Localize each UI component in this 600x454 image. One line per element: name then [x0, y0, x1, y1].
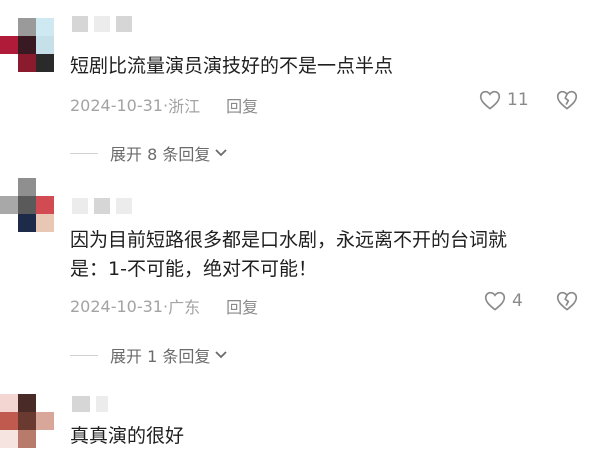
comment-meta: 2024-10-31 · 广东 回复 [70, 294, 258, 318]
dislike-button[interactable] [556, 90, 578, 110]
broken-heart-icon [556, 291, 578, 311]
reply-button[interactable]: 回复 [226, 93, 258, 117]
heart-outline-icon [484, 291, 506, 311]
like-button[interactable]: 11 [479, 90, 529, 110]
divider-line [70, 152, 98, 154]
username-blurred[interactable] [72, 198, 132, 214]
expand-replies-label: 展开 8 条回复 [110, 145, 211, 164]
comment-text: 短剧比流量演员演技好的不是一点半点 [70, 55, 394, 77]
comment-date: 2024-10-31 [70, 296, 163, 316]
comment-date: 2024-10-31 [70, 95, 163, 115]
avatar[interactable] [0, 18, 54, 72]
expand-replies-button[interactable]: 展开 1 条回复 [70, 343, 228, 367]
avatar[interactable] [0, 178, 54, 232]
comment-text: 真真演的很好 [70, 425, 185, 447]
chevron-down-icon [214, 350, 228, 360]
comment-text-line: 是：1-不可能，绝对不可能！ [70, 258, 317, 280]
comment-location: 广东 [168, 298, 201, 317]
comment-location: 浙江 [168, 97, 201, 116]
expand-replies-label: 展开 1 条回复 [110, 347, 211, 366]
chevron-down-icon [214, 148, 228, 158]
dislike-button[interactable] [556, 291, 578, 311]
comment-meta: 2024-10-31 · 浙江 回复 [70, 93, 258, 117]
like-count: 11 [507, 90, 529, 110]
reply-button[interactable]: 回复 [226, 294, 258, 318]
comment-text: 因为目前短路很多都是口水剧，永远离不开的台词就 是：1-不可能，绝对不可能！ [70, 226, 507, 284]
avatar[interactable] [0, 394, 54, 448]
broken-heart-icon [556, 90, 578, 110]
username-blurred[interactable] [72, 396, 108, 412]
comment-text-line: 因为目前短路很多都是口水剧，永远离不开的台词就 [70, 229, 508, 251]
heart-outline-icon [479, 90, 501, 110]
like-count: 4 [512, 291, 523, 311]
divider-line [70, 354, 98, 356]
expand-replies-button[interactable]: 展开 8 条回复 [70, 141, 228, 165]
username-blurred[interactable] [72, 16, 132, 32]
like-button[interactable]: 4 [484, 291, 523, 311]
